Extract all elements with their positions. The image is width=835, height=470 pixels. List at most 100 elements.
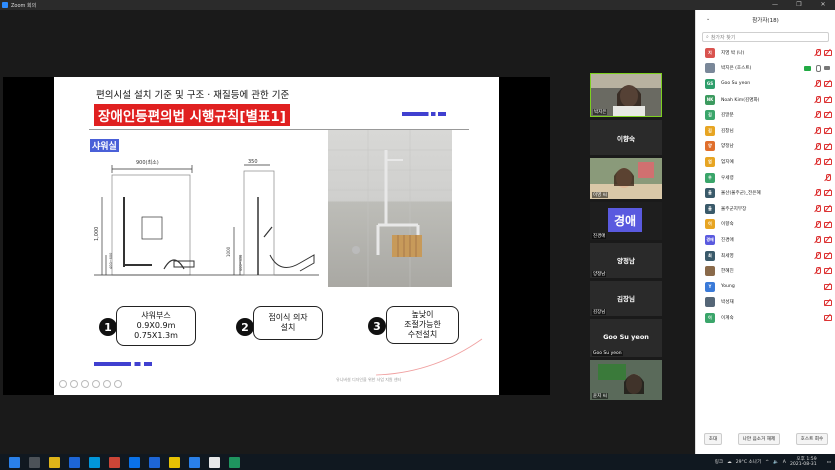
file-explorer-icon[interactable] (49, 456, 60, 468)
microphone-muted-icon[interactable] (814, 111, 821, 119)
participant-row[interactable]: 울 울주군지부장 (696, 201, 835, 217)
video-tile[interactable]: Goo Su yeon Goo Su yeon (590, 319, 662, 357)
clock[interactable]: 오후 1:59 2021-08-31 (790, 457, 817, 468)
pen-icon[interactable] (81, 380, 89, 388)
edge-icon[interactable] (129, 456, 140, 468)
participant-row[interactable]: Y Young (696, 279, 835, 295)
participant-row[interactable]: 이 이향숙 (696, 217, 835, 233)
video-tile[interactable]: 양정남 양정남 (590, 243, 662, 278)
edge-dev-icon[interactable] (149, 456, 160, 468)
mail-icon[interactable] (89, 456, 100, 468)
participant-row[interactable]: 이 이계숙 (696, 310, 835, 326)
more-icon[interactable] (114, 380, 122, 388)
item-number-1: 1 (99, 318, 117, 336)
participant-row[interactable]: 양 양정남 (696, 139, 835, 155)
camera-off-icon[interactable] (824, 189, 832, 197)
invite-button[interactable]: 초대 (703, 433, 723, 445)
speaker-icon[interactable]: 🔈 (773, 460, 779, 465)
shared-screen[interactable]: 편의시설 설치 기준 및 구조 · 재질등에 관한 기준 장애인등편의법 시행규… (3, 77, 550, 395)
participant-search-input[interactable]: ⌕ 참가자 찾기 (702, 32, 829, 42)
microphone-muted-icon[interactable] (814, 204, 821, 212)
store-icon[interactable] (69, 456, 80, 468)
camera-off-icon[interactable] (824, 205, 832, 212)
participant-row[interactable]: 지 지영 박 (나) (696, 45, 835, 61)
video-tile[interactable]: 경애 진경애 (590, 202, 662, 240)
camera-off-icon[interactable] (824, 143, 832, 150)
camera-off-icon[interactable] (824, 299, 832, 306)
camera-off-icon[interactable] (824, 267, 832, 275)
participant-row[interactable]: 엄 엄지예 (696, 154, 835, 170)
participant-row[interactable]: 한혜진 (696, 263, 835, 279)
camera-off-icon[interactable] (824, 236, 832, 244)
participant-row[interactable]: 울 울산(울주군)_전은혜 (696, 185, 835, 201)
tray-link-label[interactable]: 링크 (715, 459, 723, 465)
microphone-muted-icon[interactable] (814, 236, 821, 244)
camera-off-icon[interactable] (824, 221, 832, 228)
participant-row[interactable]: 김 김창님 (696, 123, 835, 139)
start-icon[interactable] (9, 456, 20, 468)
slide-prev-icon[interactable] (59, 380, 67, 388)
minimize-button[interactable]: — (763, 0, 787, 10)
chrome-icon[interactable] (109, 456, 120, 468)
kakaotalk-icon[interactable] (169, 456, 180, 468)
screen-share-icon[interactable] (804, 65, 811, 71)
close-button[interactable]: ✕ (811, 0, 835, 10)
participant-row[interactable]: 최 최세영 (696, 248, 835, 264)
section-label: 샤워실 (90, 139, 119, 152)
microphone-muted-icon[interactable] (814, 251, 821, 259)
search-placeholder: 참가자 찾기 (710, 34, 736, 41)
microphone-muted-icon[interactable] (814, 158, 821, 166)
microphone-muted-icon[interactable] (824, 173, 831, 181)
excel-icon[interactable] (229, 456, 240, 468)
microphone-muted-icon[interactable] (814, 267, 821, 275)
participant-row[interactable]: 김 김말분 (696, 107, 835, 123)
participant-row[interactable]: 우 우세령 (696, 170, 835, 186)
reclaim-host-button[interactable]: 호스트 회수 (795, 433, 829, 445)
video-tile[interactable]: 윤지 씨 (590, 360, 662, 400)
camera-off-icon[interactable] (824, 158, 832, 166)
camera-off-icon[interactable] (824, 127, 832, 134)
microphone-muted-icon[interactable] (814, 95, 821, 103)
zoom-icon[interactable] (189, 456, 200, 468)
camera-off-icon[interactable] (824, 283, 832, 290)
unmute-me-button[interactable]: 나만 음소거 해제 (737, 433, 781, 445)
zoom-icon[interactable] (92, 380, 100, 388)
avatar: 김 (705, 110, 715, 121)
video-tile[interactable]: 김장님 김장님 (590, 281, 662, 316)
video-tile[interactable]: 이향숙 (590, 120, 662, 155)
ime-indicator[interactable]: A (783, 460, 786, 465)
slide-next-icon[interactable] (70, 380, 78, 388)
camera-off-icon[interactable] (824, 314, 832, 322)
participant-row[interactable]: GS Goo Su yeon (696, 76, 835, 92)
microphone-icon[interactable] (814, 64, 821, 72)
view-icon[interactable] (103, 380, 111, 388)
microphone-muted-icon[interactable] (814, 49, 821, 56)
camera-icon[interactable] (824, 65, 831, 72)
camera-off-icon[interactable] (824, 252, 832, 259)
video-tile[interactable]: 박지은 (590, 73, 662, 117)
microphone-muted-icon[interactable] (814, 189, 821, 197)
chevron-up-icon[interactable]: ^ (765, 460, 769, 465)
tile-name: Goo Su yeon (592, 351, 623, 356)
participant-row[interactable]: 박지은 (호스트) (696, 61, 835, 77)
chevron-down-icon[interactable]: ⌄ (706, 16, 710, 22)
weather-label[interactable]: 29°C 소나기 (736, 459, 762, 465)
microphone-muted-icon[interactable] (814, 142, 821, 150)
search-icon[interactable] (29, 456, 40, 468)
microphone-muted-icon[interactable] (814, 126, 821, 134)
microphone-muted-icon[interactable] (814, 80, 821, 88)
maximize-button[interactable]: ❐ (787, 0, 811, 10)
camera-off-icon[interactable] (824, 80, 832, 88)
camera-off-icon[interactable] (824, 49, 832, 56)
participant-row[interactable]: 박성재 (696, 295, 835, 311)
item-1-line-1: 샤워부스 (141, 311, 171, 320)
video-tile[interactable]: 이영 씨 (590, 158, 662, 199)
participant-row[interactable]: 경애 진경애 (696, 232, 835, 248)
camera-off-icon[interactable] (824, 96, 832, 103)
paint-icon[interactable] (209, 456, 220, 468)
participant-row[interactable]: NK Noah Kim(김명화) (696, 92, 835, 108)
notification-icon[interactable]: ▭ (827, 460, 831, 465)
microphone-muted-icon[interactable] (814, 220, 821, 228)
avatar: 경애 (705, 234, 715, 245)
camera-off-icon[interactable] (824, 111, 832, 119)
